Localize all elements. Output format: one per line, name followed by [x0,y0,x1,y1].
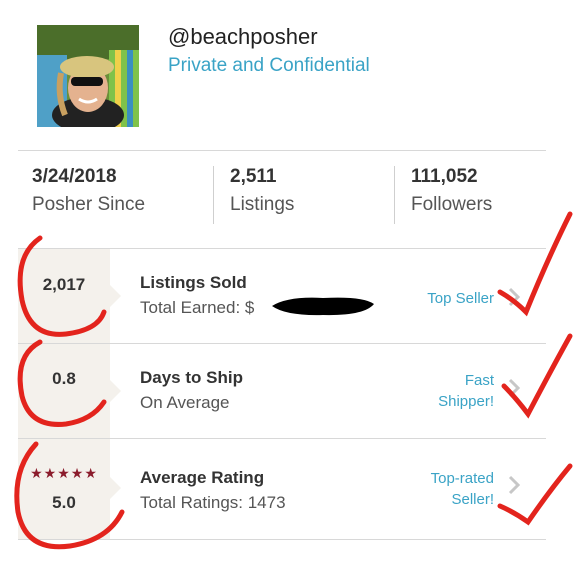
redaction-mark [272,297,374,316]
row-value-panel [18,249,110,343]
row-title: Listings Sold [140,273,247,292]
chevron-right-icon[interactable] [504,285,524,309]
average-rating-value: 5.0 [52,493,76,512]
average-rating-row[interactable]: ★★★★★ 5.0 Average Rating Total Ratings: … [18,438,546,540]
stats-bar: 3/24/2018 Posher Since 2,511 Listings 11… [18,160,546,226]
stat-followers[interactable]: 111,052 Followers [411,160,492,226]
stat-value: 3/24/2018 [32,166,117,187]
badge-line: Fast [464,372,494,389]
row-subtitle: On Average [140,393,230,412]
row-value-panel [18,439,110,539]
chevron-right-icon[interactable] [504,473,524,497]
badge-line: Shipper! [438,393,494,410]
stat-value: 111,052 [411,166,478,187]
star-icon: ★★★★★ [30,465,98,481]
top-rated-seller-badge: Top-rated Seller! [431,468,494,510]
badge-line: Top-rated [430,470,494,487]
listings-sold-value: 2,017 [42,275,86,294]
row-notch [110,285,121,307]
fast-shipper-badge: Fast Shipper! [438,370,494,412]
divider [18,150,546,151]
row-subtitle: Total Ratings: 1473 [140,493,286,512]
chevron-right-icon[interactable] [504,376,524,400]
avatar[interactable] [37,25,139,127]
stat-separator [213,166,214,224]
profile-tagline: Private and Confidential [168,55,370,76]
row-notch [110,380,121,402]
badge-line: Seller! [451,491,494,508]
username: @beachposher [168,24,318,49]
row-title: Days to Ship [140,368,243,387]
stat-posher-since: 3/24/2018 Posher Since [32,160,145,226]
days-to-ship-row[interactable]: 0.8 Days to Ship On Average Fast Shipper… [18,343,546,438]
stat-label: Followers [411,194,493,215]
stat-separator [394,166,395,224]
row-value-panel [18,344,110,438]
days-to-ship-value: 0.8 [52,369,76,388]
profile-header: @beachposher Private and Confidential [18,0,546,150]
top-seller-badge: Top Seller [427,290,494,307]
stat-label: Posher Since [32,194,146,215]
stat-value: 2,511 [230,166,277,187]
row-title: Average Rating [140,468,265,487]
stat-listings[interactable]: 2,511 Listings [230,160,294,226]
row-subtitle: Total Earned: $ [140,298,255,317]
row-notch [110,477,121,499]
stat-label: Listings [230,194,295,215]
